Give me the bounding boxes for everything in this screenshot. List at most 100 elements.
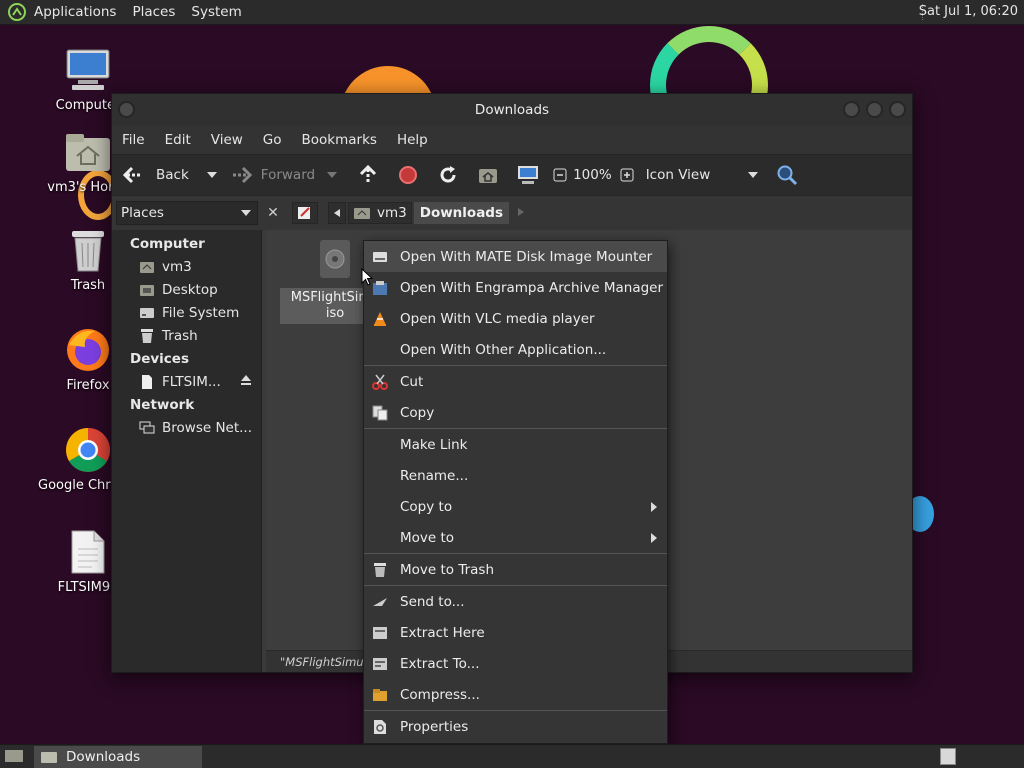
clock[interactable]: Sat Jul 1, 06:20 (919, 4, 1018, 19)
window-title: Downloads (474, 102, 550, 118)
menu-item-copy[interactable]: Copy (364, 397, 667, 428)
search-icon[interactable] (776, 164, 798, 186)
close-sidebar-icon[interactable]: ✕ (262, 202, 284, 224)
eject-icon[interactable] (240, 374, 252, 390)
window-titlebar[interactable]: Downloads (112, 94, 912, 126)
system-menu[interactable]: System (191, 4, 241, 20)
applications-menu[interactable]: Applications (34, 4, 116, 20)
window-menu-button[interactable] (118, 101, 135, 118)
menu-item-extract-to[interactable]: Extract To... (364, 648, 667, 679)
breadcrumb: vm3 Downloads (292, 201, 525, 225)
menu-item-label: Copy (400, 404, 435, 421)
sidebar-item-vm3[interactable]: vm3 (112, 255, 261, 278)
forward-button[interactable]: Forward (231, 164, 315, 186)
reload-icon[interactable] (437, 164, 459, 186)
minimize-button[interactable] (843, 101, 860, 118)
menu-item-move-to[interactable]: Move to (364, 522, 667, 553)
sidebar-item-fltsim[interactable]: FLTSIM... (112, 370, 261, 393)
trash-icon (371, 561, 389, 579)
disc-image-icon (320, 240, 350, 278)
zoom-out-icon[interactable] (549, 164, 571, 186)
menu-item-compress[interactable]: Compress... (364, 679, 667, 710)
breadcrumb-right-arrow-icon[interactable] (517, 205, 525, 221)
sidebar-selector[interactable]: Places (116, 201, 258, 225)
sidebar-item-trash[interactable]: Trash (112, 324, 261, 347)
sidebar-heading-devices: Devices (130, 350, 189, 367)
edit-location-icon[interactable] (292, 202, 318, 224)
menu-bookmarks[interactable]: Bookmarks (302, 132, 377, 148)
menu-file[interactable]: File (122, 132, 145, 148)
menu-help[interactable]: Help (397, 132, 428, 148)
scissors-icon (371, 373, 389, 391)
menu-item-label: Open With MATE Disk Image Mounter (400, 248, 653, 265)
view-mode-select[interactable]: Icon View (646, 167, 742, 183)
sidebar-item-label: Trash (162, 327, 198, 344)
view-mode-dropdown-icon[interactable] (742, 164, 764, 186)
menu-go[interactable]: Go (263, 132, 282, 148)
menu-item-open-vlc[interactable]: Open With VLC media player (364, 303, 667, 334)
menu-item-properties[interactable]: Properties (364, 711, 667, 742)
back-history-dropdown-icon[interactable] (201, 164, 223, 186)
menu-item-make-link[interactable]: Make Link (364, 429, 667, 460)
back-button[interactable]: Back (122, 164, 189, 186)
blank-icon (371, 529, 389, 547)
menu-item-send-to[interactable]: Send to... (364, 586, 667, 617)
blank-icon (371, 436, 389, 454)
menu-item-cut[interactable]: Cut (364, 366, 667, 397)
home-folder-icon (138, 258, 156, 276)
menu-item-label: Make Link (400, 436, 468, 453)
toolbar: Back Forward 100% Icon View (112, 154, 912, 196)
breadcrumb-item-vm3[interactable]: vm3 (348, 202, 412, 224)
archive-manager-icon (371, 279, 389, 297)
home-icon[interactable] (477, 164, 499, 186)
firefox-icon (64, 326, 112, 374)
menu-item-move-to-trash[interactable]: Move to Trash (364, 554, 667, 585)
menu-item-label: Rename... (400, 467, 469, 484)
taskbar-item-downloads[interactable]: Downloads (34, 745, 202, 768)
menu-item-open-other-application[interactable]: Open With Other Application... (364, 334, 667, 365)
menu-item-label: Send to... (400, 593, 465, 610)
network-icon (138, 419, 156, 437)
properties-icon (371, 718, 389, 736)
sidebar-item-desktop[interactable]: Desktop (112, 278, 261, 301)
workspace-switcher[interactable] (940, 748, 956, 765)
taskbar-item-label: Downloads (66, 748, 141, 765)
chrome-icon (64, 426, 112, 474)
trash-icon (138, 327, 156, 345)
places-menu[interactable]: Places (132, 4, 175, 20)
blank-icon (371, 341, 389, 359)
mate-logo-icon[interactable] (6, 1, 28, 23)
menu-item-copy-to[interactable]: Copy to (364, 491, 667, 522)
stop-icon[interactable] (397, 164, 419, 186)
sidebar-item-file-system[interactable]: File System (112, 301, 261, 324)
menu-item-open-disk-image-mounter[interactable]: Open With MATE Disk Image Mounter (364, 241, 667, 272)
document-icon (64, 528, 112, 576)
breadcrumb-left-arrow-icon[interactable] (328, 202, 346, 224)
forward-history-dropdown-icon[interactable] (321, 164, 343, 186)
menu-item-open-archive-manager[interactable]: Open With Engrampa Archive Manager (364, 272, 667, 303)
sidebar-item-browse-network[interactable]: Browse Net... (112, 416, 261, 439)
menu-item-rename[interactable]: Rename... (364, 460, 667, 491)
zoom-in-icon[interactable] (616, 164, 638, 186)
menu-edit[interactable]: Edit (165, 132, 191, 148)
menubar: File Edit View Go Bookmarks Help (112, 126, 912, 154)
menu-view[interactable]: View (211, 132, 243, 148)
location-bar: Places ✕ vm3 Downloads (112, 196, 912, 230)
blank-icon (371, 467, 389, 485)
close-button[interactable] (889, 101, 906, 118)
menu-item-extract-here[interactable]: Extract Here (364, 617, 667, 648)
top-panel: Applications Places System Sat Jul 1, 06… (0, 0, 1024, 25)
submenu-arrow-icon (651, 533, 657, 543)
extract-icon (371, 624, 389, 642)
up-arrow-icon[interactable] (357, 164, 379, 186)
zoom-level[interactable]: 100% (573, 167, 612, 183)
back-label: Back (156, 167, 189, 183)
trash-icon (64, 226, 112, 274)
breadcrumb-item-downloads[interactable]: Downloads (413, 202, 510, 224)
show-desktop-icon[interactable] (4, 748, 24, 768)
sidebar-selector-label: Places (121, 205, 164, 221)
computer-icon[interactable] (517, 164, 539, 186)
blank-icon (371, 498, 389, 516)
maximize-button[interactable] (866, 101, 883, 118)
forward-label: Forward (260, 167, 316, 183)
